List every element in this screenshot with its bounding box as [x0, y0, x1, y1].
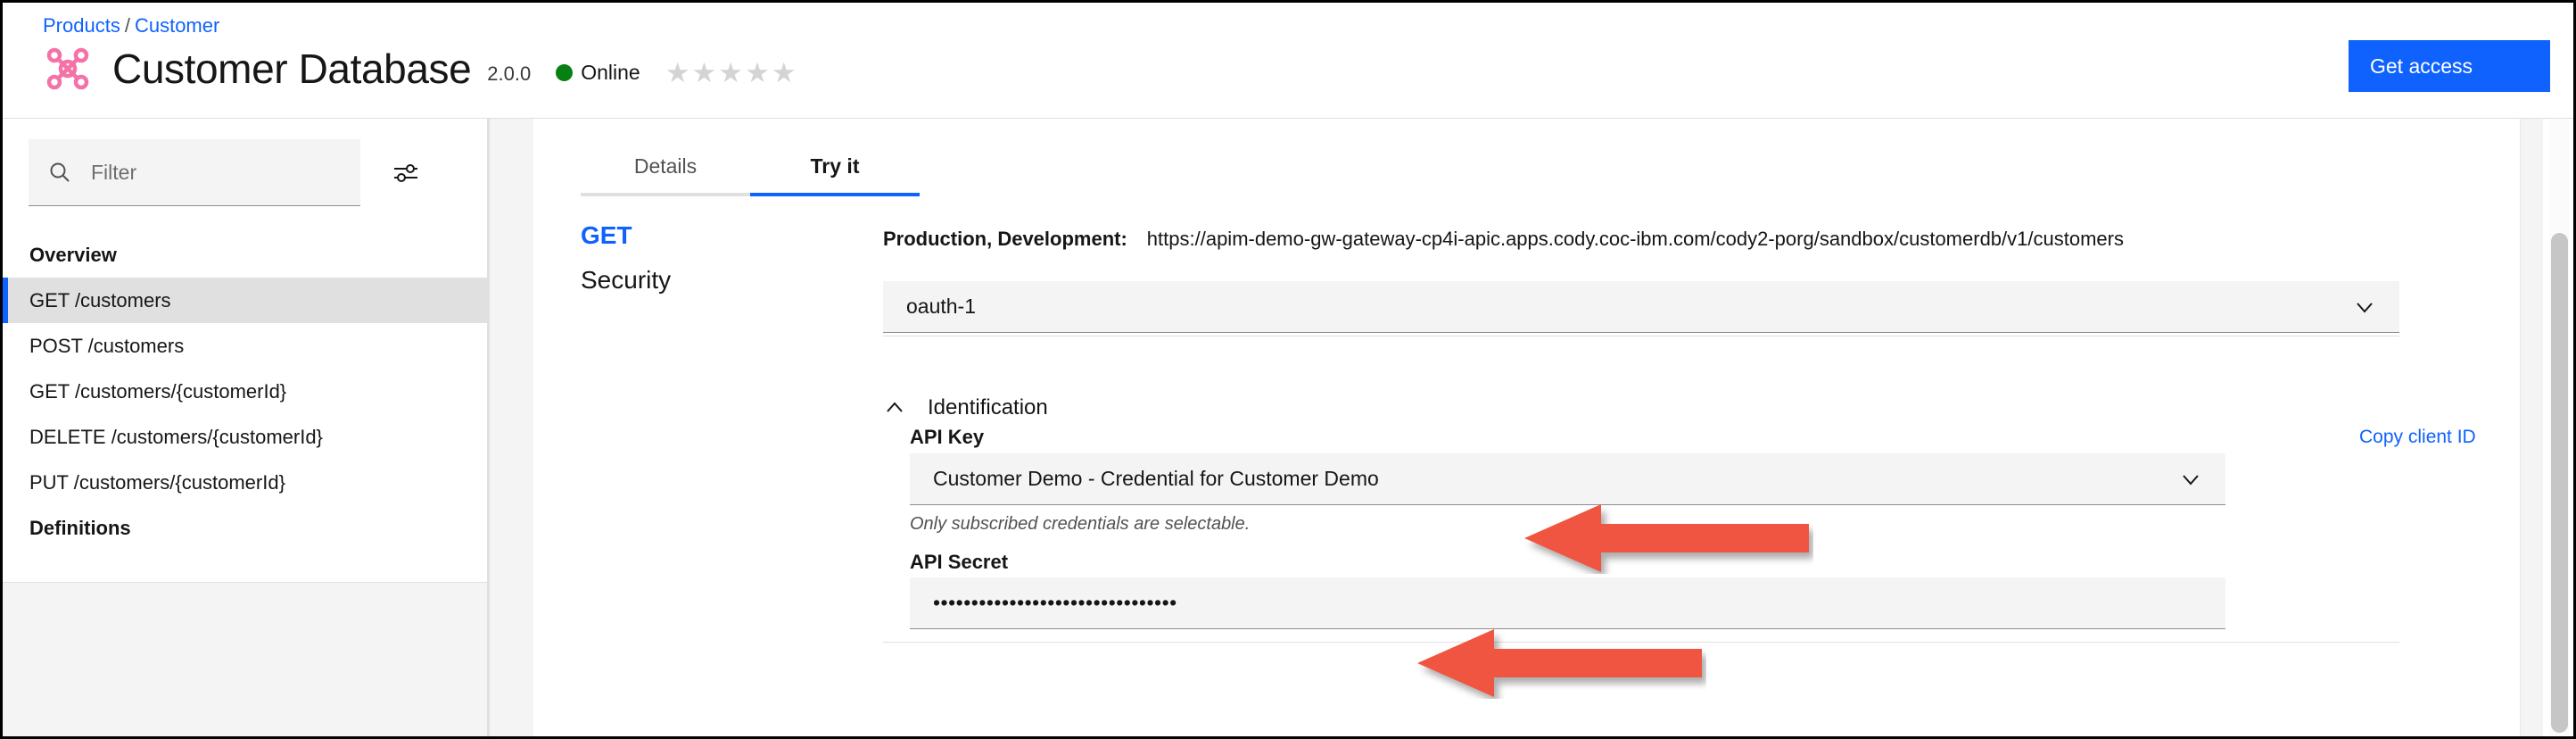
copy-client-id-link[interactable]: Copy client ID	[2359, 427, 2476, 448]
sidebar-item-overview[interactable]: Overview	[3, 232, 487, 278]
scrollbar-thumb[interactable]	[2551, 233, 2568, 733]
sidebar-panel: Overview GET /customers POST /customers …	[3, 119, 487, 583]
filter-row	[29, 139, 448, 206]
identification-bottom-divider	[883, 642, 2399, 643]
breadcrumb-item-products[interactable]: Products	[43, 14, 120, 37]
page-header: Products / Customer Customer Database 2.…	[3, 3, 2573, 119]
chevron-down-icon	[2353, 295, 2376, 319]
operation-method-link[interactable]: GET	[581, 221, 632, 250]
endpoint-url: https://apim-demo-gw-gateway-cp4i-apic.a…	[1146, 228, 2124, 250]
oauth-flow-select[interactable]: oauth-1	[883, 281, 2399, 333]
chevron-up-icon	[883, 396, 906, 419]
sidebar-item-get-customers[interactable]: GET /customers	[3, 278, 487, 323]
network-hub-icon	[43, 44, 93, 94]
api-version: 2.0.0	[487, 62, 532, 85]
endpoint-env-label: Production, Development:	[883, 228, 1127, 250]
api-key-helper-text: Only subscribed credentials are selectab…	[910, 514, 1251, 534]
api-key-selected-value: Customer Demo - Credential for Customer …	[933, 467, 1379, 490]
get-access-button[interactable]: Get access	[2349, 40, 2550, 92]
chevron-down-icon	[2179, 468, 2202, 491]
breadcrumb-separator: /	[124, 14, 130, 37]
sidebar-item-post-customers[interactable]: POST /customers	[3, 323, 487, 369]
breadcrumb: Products / Customer	[43, 13, 219, 38]
star-icon-2[interactable]: ★	[692, 59, 717, 87]
star-icon-1[interactable]: ★	[665, 59, 690, 87]
tab-bar: Details Try it	[581, 154, 937, 196]
sidebar-item-definitions[interactable]: Definitions	[3, 505, 487, 551]
identification-title: Identification	[928, 395, 1048, 419]
main-content: Details Try it GET Security Production, …	[533, 119, 2520, 736]
breadcrumb-item-customer[interactable]: Customer	[135, 14, 219, 37]
page-title: Customer Database	[112, 46, 472, 92]
star-icon-5[interactable]: ★	[772, 59, 797, 87]
search-icon	[48, 161, 71, 184]
status-badge: Online	[556, 61, 640, 85]
sidebar-item-get-customer-by-id[interactable]: GET /customers/{customerId}	[3, 369, 487, 414]
api-key-label: API Key	[910, 426, 985, 448]
star-icon-3[interactable]: ★	[718, 59, 743, 87]
tab-try-it[interactable]: Try it	[750, 154, 920, 196]
sidebar: Overview GET /customers POST /customers …	[3, 119, 487, 736]
rating-stars[interactable]: ★ ★ ★ ★ ★	[665, 59, 797, 87]
api-secret-input[interactable]: ••••••••••••••••••••••••••••••••	[910, 577, 2225, 629]
title-row: Customer Database 2.0.0 Online ★ ★ ★ ★ ★	[43, 44, 797, 94]
app-window: Products / Customer Customer Database 2.…	[0, 0, 2576, 739]
sliders-settings-icon[interactable]	[392, 160, 419, 187]
sidebar-nav-list: Overview GET /customers POST /customers …	[3, 232, 487, 551]
sidebar-item-put-customer-by-id[interactable]: PUT /customers/{customerId}	[3, 460, 487, 505]
oauth-flow-value: oauth-1	[906, 295, 977, 318]
search-input[interactable]	[89, 159, 355, 186]
api-secret-masked-value: ••••••••••••••••••••••••••••••••	[933, 591, 1177, 614]
identification-accordion-header[interactable]: Identification	[883, 395, 1048, 420]
content-gutter	[490, 119, 533, 736]
security-section-link[interactable]: Security	[581, 266, 671, 295]
star-icon-4[interactable]: ★	[745, 59, 770, 87]
api-key-select[interactable]: Customer Demo - Credential for Customer …	[910, 453, 2225, 505]
api-secret-label: API Secret	[910, 551, 1009, 573]
tab-details[interactable]: Details	[581, 154, 750, 196]
scrollbar-area	[2520, 119, 2543, 736]
search-input-wrapper[interactable]	[29, 139, 360, 206]
status-label: Online	[581, 60, 640, 84]
status-dot-online-icon	[556, 63, 574, 81]
endpoint-row: Production, Development: https://apim-de…	[883, 228, 2124, 251]
sidebar-item-delete-customer-by-id[interactable]: DELETE /customers/{customerId}	[3, 414, 487, 460]
